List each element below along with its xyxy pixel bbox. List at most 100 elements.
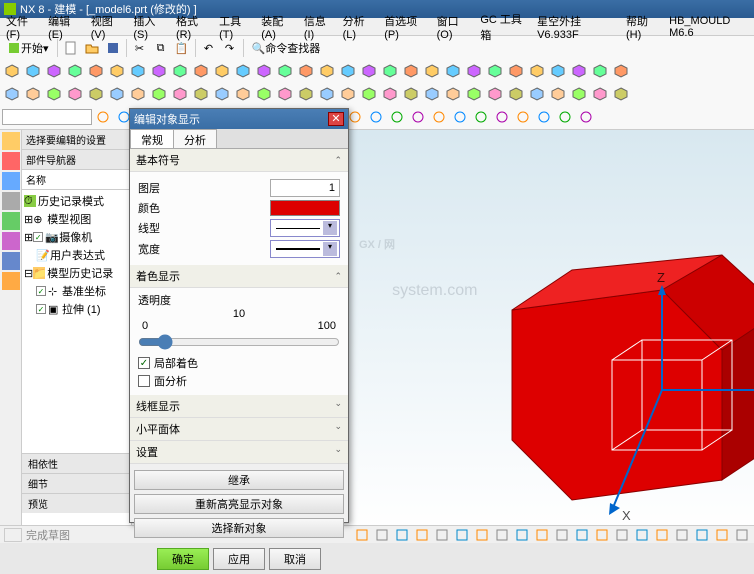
tool-icon-r4-15[interactable]	[408, 107, 428, 127]
tool-icon-r2-13[interactable]	[275, 61, 295, 81]
tab-analysis[interactable]: 分析	[173, 129, 217, 148]
nav-icon-8[interactable]	[2, 272, 20, 290]
status-tool-2[interactable]	[394, 528, 410, 542]
tool-icon-r3-8[interactable]	[170, 84, 190, 104]
tool-icon-r4-21[interactable]	[534, 107, 554, 127]
tool-icon-r4-16[interactable]	[429, 107, 449, 127]
face-analysis-checkbox[interactable]	[138, 375, 150, 387]
section-facet[interactable]: 小平面体⌄	[130, 418, 348, 441]
section-shade[interactable]: 着色显示⌃	[130, 265, 348, 288]
section-basic[interactable]: 基本符号⌃	[130, 149, 348, 172]
status-tool-1[interactable]	[374, 528, 390, 542]
tool-icon-r3-9[interactable]	[191, 84, 211, 104]
tool-icon-r2-15[interactable]	[317, 61, 337, 81]
local-shade-checkbox[interactable]	[138, 357, 150, 369]
transparency-slider[interactable]	[138, 334, 340, 350]
cancel-button[interactable]: 取消	[269, 548, 321, 570]
tool-icon-r3-0[interactable]	[2, 84, 22, 104]
tool-icon-r3-25[interactable]	[527, 84, 547, 104]
tool-icon-r2-24[interactable]	[506, 61, 526, 81]
tree-camera[interactable]: ⊞📷摄像机	[24, 228, 129, 246]
tool-icon-r2-16[interactable]	[338, 61, 358, 81]
panel-details[interactable]: 细节	[22, 473, 132, 493]
section-wireframe[interactable]: 线框显示⌄	[130, 395, 348, 418]
section-settings[interactable]: 设置⌄	[130, 441, 348, 464]
status-tool-12[interactable]	[594, 528, 610, 542]
status-tool-13[interactable]	[614, 528, 630, 542]
tool-icon-r3-14[interactable]	[296, 84, 316, 104]
tool-icon-r3-10[interactable]	[212, 84, 232, 104]
tool-icon-r4-20[interactable]	[513, 107, 533, 127]
status-tool-0[interactable]	[354, 528, 370, 542]
tool-icon-r2-0[interactable]	[2, 61, 22, 81]
tool-icon-r3-13[interactable]	[275, 84, 295, 104]
tool-icon-r2-28[interactable]	[590, 61, 610, 81]
save-icon[interactable]	[103, 38, 123, 58]
tool-icon-r2-6[interactable]	[128, 61, 148, 81]
tool-icon-r3-19[interactable]	[401, 84, 421, 104]
tool-icon-r3-6[interactable]	[128, 84, 148, 104]
tool-icon-r2-4[interactable]	[86, 61, 106, 81]
status-tool-7[interactable]	[494, 528, 510, 542]
tool-icon-r3-26[interactable]	[548, 84, 568, 104]
nav-icon-3[interactable]	[2, 172, 20, 190]
reselect-button[interactable]: 选择新对象	[134, 518, 344, 538]
tool-icon-r3-21[interactable]	[443, 84, 463, 104]
status-tool-18[interactable]	[714, 528, 730, 542]
linestyle-combo[interactable]: ▾	[270, 219, 340, 237]
cut-icon[interactable]: ✂	[130, 38, 150, 58]
status-tool-14[interactable]	[634, 528, 650, 542]
tool-icon-r3-1[interactable]	[23, 84, 43, 104]
tool-icon-r4-0[interactable]	[93, 107, 113, 127]
dialog-titlebar[interactable]: 编辑对象显示 ✕	[130, 109, 348, 129]
status-tool-16[interactable]	[674, 528, 690, 542]
tool-icon-r3-20[interactable]	[422, 84, 442, 104]
tool-icon-r2-29[interactable]	[611, 61, 631, 81]
status-tool-10[interactable]	[554, 528, 570, 542]
nav-icon-2[interactable]	[2, 152, 20, 170]
copy-icon[interactable]: ⧉	[151, 38, 171, 58]
status-tool-15[interactable]	[654, 528, 670, 542]
width-combo[interactable]: ▾	[270, 240, 340, 258]
tool-icon-r4-14[interactable]	[387, 107, 407, 127]
tool-icon-r2-10[interactable]	[212, 61, 232, 81]
nav-icon-7[interactable]	[2, 252, 20, 270]
inherit-button[interactable]: 继承	[134, 470, 344, 490]
menu-hbmould[interactable]: HB_MOULD M6.6	[665, 14, 752, 40]
tool-icon-r2-12[interactable]	[254, 61, 274, 81]
nav-icon-1[interactable]	[2, 132, 20, 150]
status-tool-11[interactable]	[574, 528, 590, 542]
tool-icon-r2-1[interactable]	[23, 61, 43, 81]
tool-icon-r2-21[interactable]	[443, 61, 463, 81]
tool-icon-r2-8[interactable]	[170, 61, 190, 81]
tool-icon-r2-9[interactable]	[191, 61, 211, 81]
tool-icon-r3-3[interactable]	[65, 84, 85, 104]
tool-icon-r3-16[interactable]	[338, 84, 358, 104]
paste-icon[interactable]: 📋	[172, 38, 192, 58]
tree-history-mode[interactable]: ⏱历史记录模式	[24, 192, 129, 210]
tool-icon-r2-7[interactable]	[149, 61, 169, 81]
status-tool-4[interactable]	[434, 528, 450, 542]
tool-icon-r2-11[interactable]	[233, 61, 253, 81]
tool-icon-r2-19[interactable]	[401, 61, 421, 81]
undo-icon[interactable]: ↶	[199, 38, 219, 58]
tool-icon-r2-25[interactable]	[527, 61, 547, 81]
color-swatch[interactable]	[270, 200, 340, 216]
tab-general[interactable]: 常规	[130, 129, 174, 148]
tree-extrude[interactable]: ▣拉伸 (1)	[24, 300, 129, 318]
layer-input[interactable]	[270, 179, 340, 197]
tool-icon-r3-29[interactable]	[611, 84, 631, 104]
tool-icon-r3-28[interactable]	[590, 84, 610, 104]
tool-icon-r2-17[interactable]	[359, 61, 379, 81]
tool-icon-r3-15[interactable]	[317, 84, 337, 104]
tool-icon-r2-5[interactable]	[107, 61, 127, 81]
close-icon[interactable]: ✕	[328, 112, 344, 126]
tool-icon-r3-4[interactable]	[86, 84, 106, 104]
nav-icon-4[interactable]	[2, 192, 20, 210]
tool-icon-r3-7[interactable]	[149, 84, 169, 104]
tool-icon-r2-14[interactable]	[296, 61, 316, 81]
nav-icon-5[interactable]	[2, 212, 20, 230]
tree-model-history[interactable]: ⊟📁模型历史记录	[24, 264, 129, 282]
tree-datum-coord[interactable]: ⊹基准坐标	[24, 282, 129, 300]
tool-icon-r2-27[interactable]	[569, 61, 589, 81]
